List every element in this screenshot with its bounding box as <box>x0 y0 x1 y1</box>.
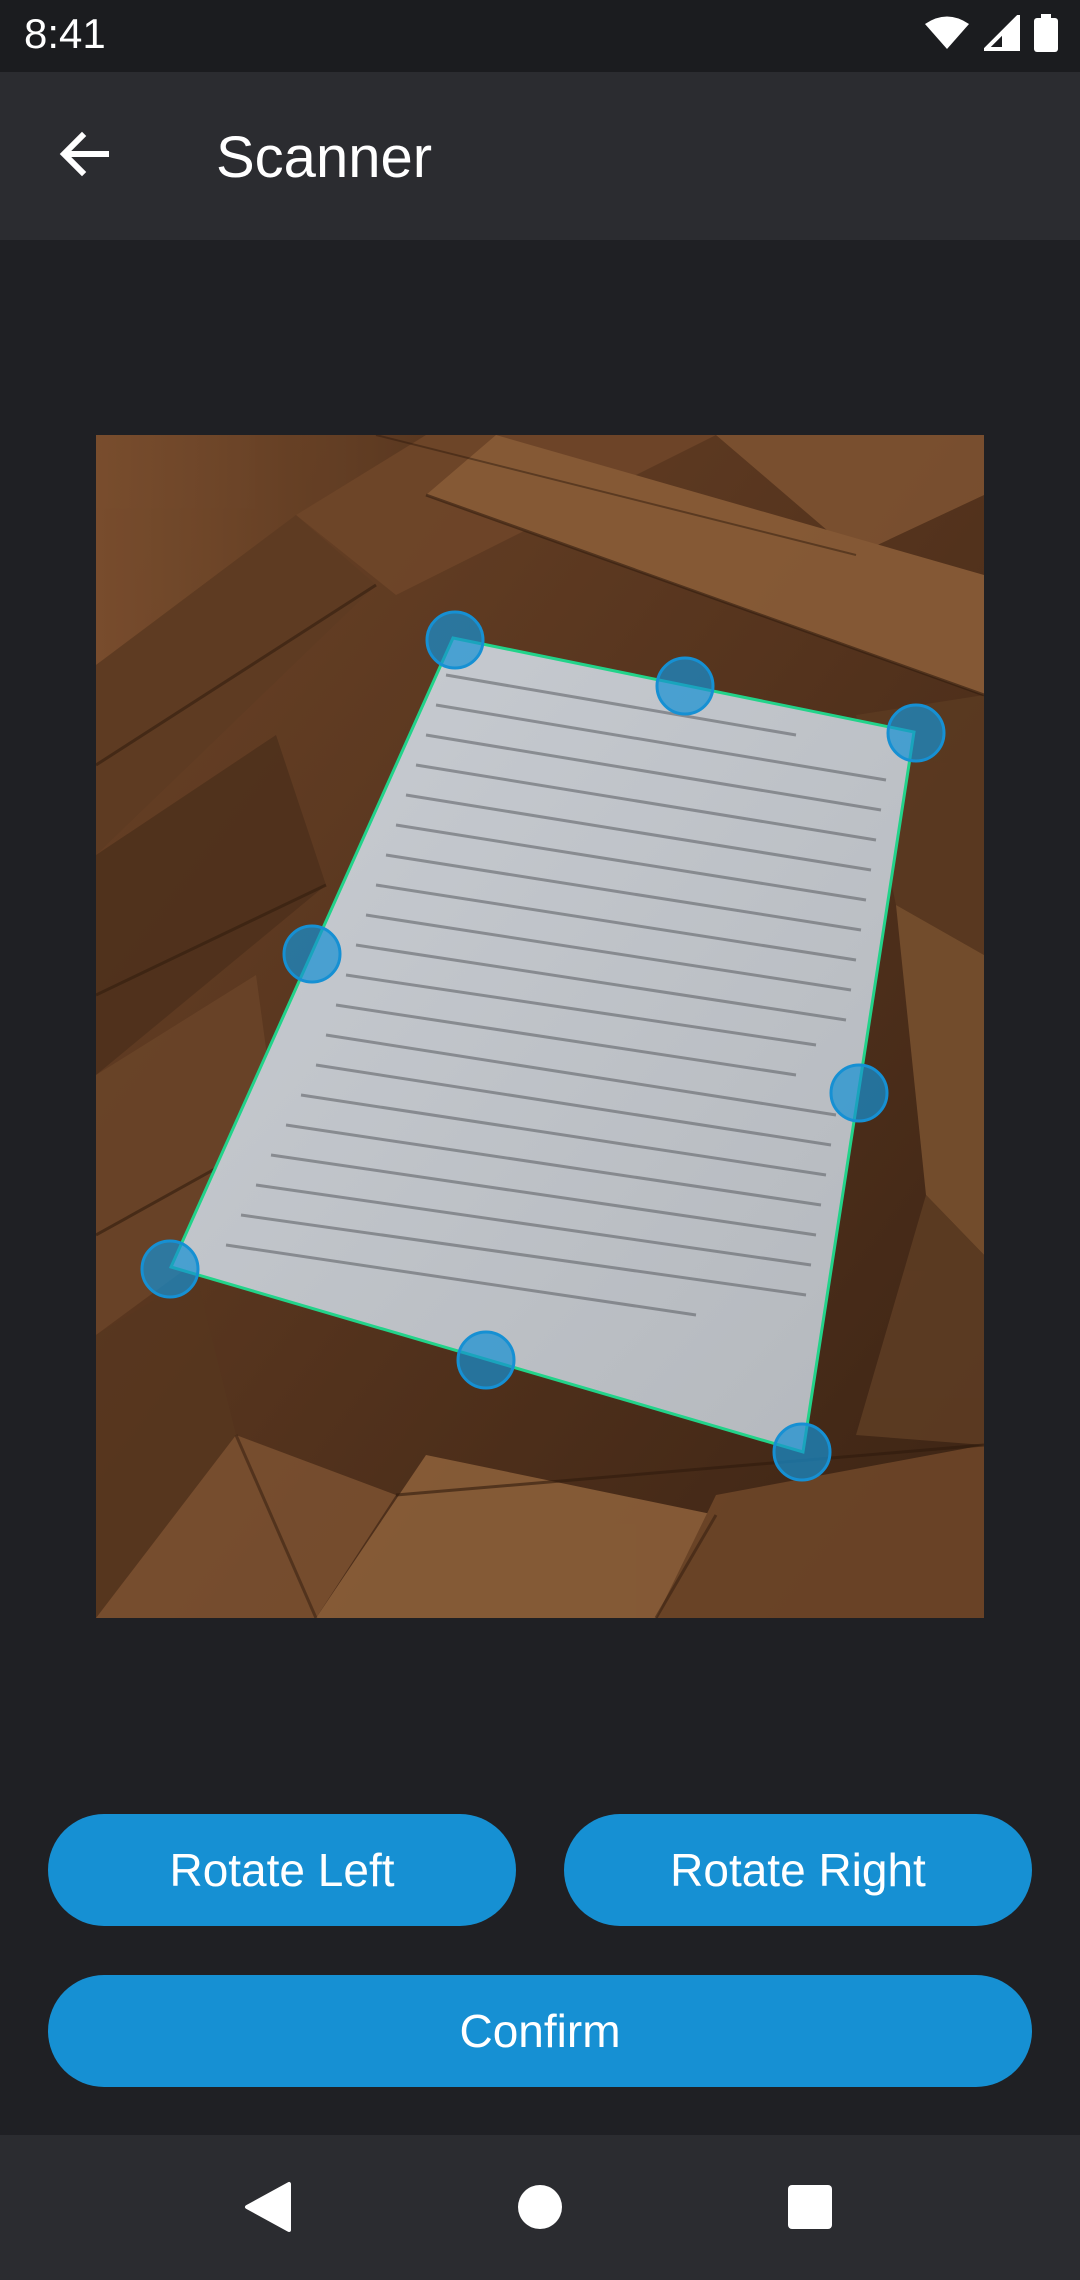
back-triangle-icon <box>243 2180 293 2239</box>
nav-back-button[interactable] <box>220 2161 316 2257</box>
crop-handle-bottom-left[interactable] <box>140 1239 200 1299</box>
recents-square-icon <box>786 2183 834 2236</box>
crop-handle-left-mid[interactable] <box>282 924 342 984</box>
rotate-right-button[interactable]: Rotate Right <box>564 1814 1032 1926</box>
crop-handle-top-left[interactable] <box>425 610 485 670</box>
wifi-icon <box>924 15 970 56</box>
scan-preview-image[interactable] <box>96 435 984 1618</box>
rotate-left-button[interactable]: Rotate Left <box>48 1814 516 1926</box>
crop-handle-bottom-right[interactable] <box>772 1422 832 1482</box>
app-bar: Scanner <box>0 72 1080 240</box>
crop-handle-right-mid[interactable] <box>829 1063 889 1123</box>
back-button[interactable] <box>36 108 132 204</box>
nav-recents-button[interactable] <box>762 2161 858 2257</box>
crop-handle-top-right[interactable] <box>886 703 946 763</box>
crop-handle-top-mid[interactable] <box>655 656 715 716</box>
page-title: Scanner <box>216 125 433 190</box>
crop-handle-bottom-mid[interactable] <box>456 1330 516 1390</box>
cell-signal-icon <box>981 12 1020 56</box>
nav-home-button[interactable] <box>492 2161 588 2257</box>
battery-icon <box>1034 14 1058 57</box>
status-bar: 8:41 <box>0 0 1080 72</box>
scan-preview-canvas <box>96 435 984 1618</box>
system-nav-bar <box>0 2135 1080 2280</box>
confirm-button[interactable]: Confirm <box>48 1975 1032 2087</box>
status-icons <box>924 12 1058 57</box>
arrow-left-icon <box>56 126 112 187</box>
status-time: 8:41 <box>24 10 106 57</box>
home-circle-icon <box>516 2183 564 2236</box>
